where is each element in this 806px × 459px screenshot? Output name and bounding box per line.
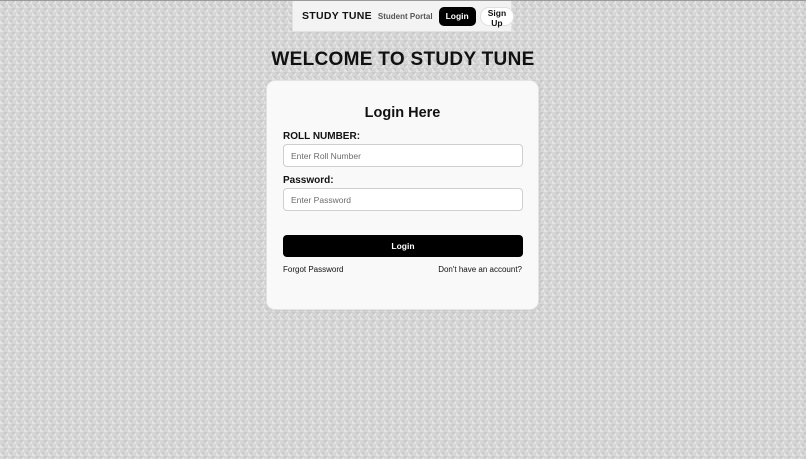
nav-login-button[interactable]: Login <box>438 6 476 26</box>
signup-prompt-link[interactable]: Don't have an account? <box>438 265 522 274</box>
login-submit-button[interactable]: Login <box>283 235 523 257</box>
roll-number-label: ROLL NUMBER: <box>283 131 361 142</box>
navbar: STUDY TUNE Student Portal Login Sign Up <box>292 1 515 32</box>
login-card: Login Here ROLL NUMBER: Password: Login … <box>266 80 539 310</box>
brand-logo[interactable]: STUDY TUNE <box>302 10 372 22</box>
password-input[interactable] <box>283 188 523 211</box>
nav-signup-button[interactable]: Sign Up <box>479 6 515 28</box>
roll-number-input[interactable] <box>283 144 523 167</box>
forgot-password-link[interactable]: Forgot Password <box>283 265 343 274</box>
login-card-title: Login Here <box>364 105 441 121</box>
password-label: Password: <box>283 175 334 186</box>
page-title: WELCOME TO STUDY TUNE <box>271 49 535 70</box>
portal-label: Student Portal <box>377 11 433 21</box>
